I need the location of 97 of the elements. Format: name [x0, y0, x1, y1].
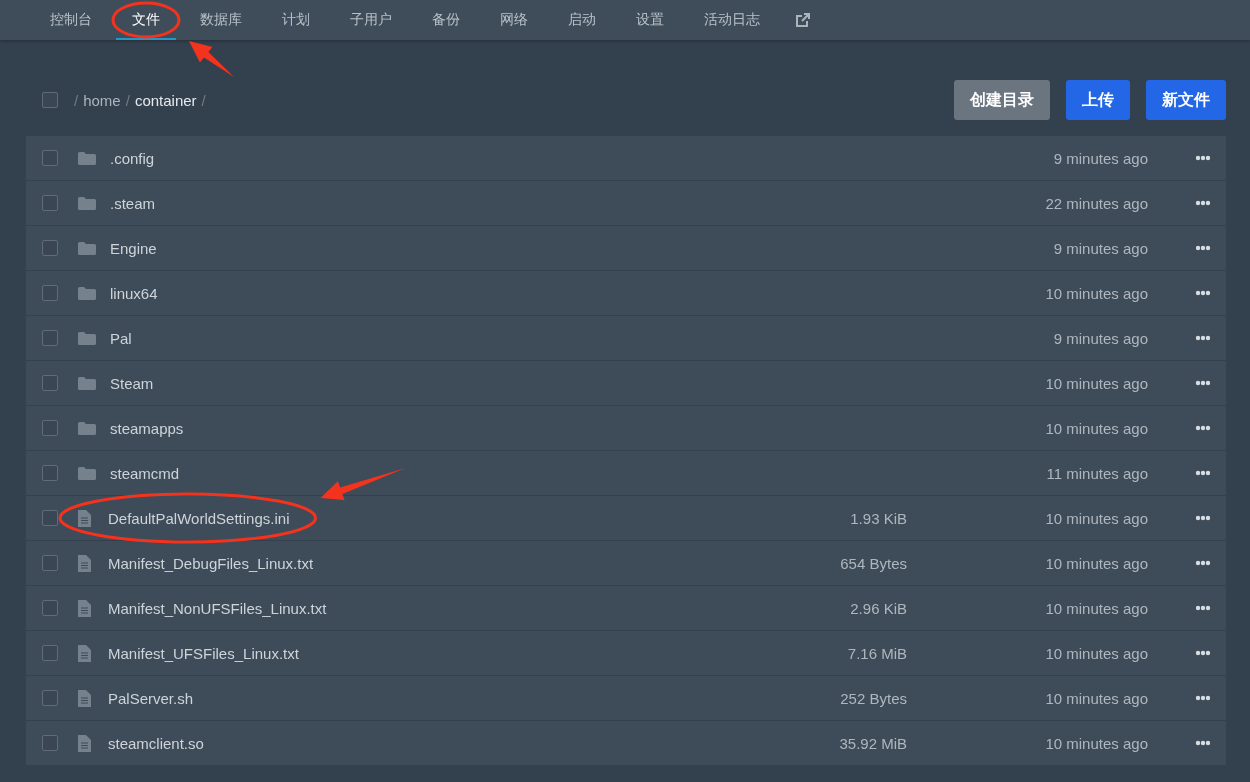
row-checkbox[interactable]: [42, 690, 58, 706]
row-checkbox[interactable]: [42, 375, 58, 391]
modified-time: 9 minutes ago: [1052, 239, 1148, 257]
modified-time: 9 minutes ago: [1052, 329, 1148, 347]
modified-time: 10 minutes ago: [1044, 734, 1148, 752]
file-name[interactable]: Manifest_UFSFiles_Linux.txt: [108, 644, 757, 662]
row-checkbox[interactable]: [42, 465, 58, 481]
file-name[interactable]: Steam: [110, 374, 757, 392]
folder-icon: [78, 285, 96, 301]
row-checkbox[interactable]: [42, 150, 58, 166]
folder-icon: [78, 150, 96, 166]
file-row[interactable]: Engine 9 minutes ago: [26, 226, 1226, 270]
folder-icon: [78, 240, 96, 256]
file-size: 2.96 KiB: [849, 599, 907, 617]
file-name[interactable]: Manifest_DebugFiles_Linux.txt: [108, 554, 757, 572]
file-icon: [78, 689, 91, 707]
file-row[interactable]: .config 9 minutes ago: [26, 136, 1226, 180]
file-row[interactable]: DefaultPalWorldSettings.ini 1.93 KiB 10 minutes ago: [26, 496, 1226, 540]
row-checkbox[interactable]: [42, 285, 58, 301]
row-checkbox[interactable]: [42, 600, 58, 616]
breadcrumb-separator: /: [74, 91, 79, 109]
file-icon: [78, 599, 91, 617]
file-icon: [78, 554, 91, 572]
row-checkbox[interactable]: [42, 510, 58, 526]
row-checkbox[interactable]: [42, 555, 58, 571]
nav-tab[interactable]: 设置: [620, 0, 680, 40]
file-name[interactable]: .config: [110, 149, 757, 167]
modified-time: 10 minutes ago: [1044, 419, 1148, 437]
file-row[interactable]: steamapps 10 minutes ago: [26, 406, 1226, 450]
folder-icon: [78, 195, 96, 211]
nav-tab[interactable]: 数据库: [184, 0, 258, 40]
create-folder-button[interactable]: 创建目录: [954, 80, 1050, 120]
modified-time: 10 minutes ago: [1044, 509, 1148, 527]
modified-time: 9 minutes ago: [1052, 149, 1148, 167]
file-name[interactable]: PalServer.sh: [108, 689, 757, 707]
folder-icon: [78, 465, 96, 481]
file-size: 252 Bytes: [839, 689, 907, 707]
folder-icon: [78, 420, 96, 436]
nav-tab[interactable]: 文件: [116, 0, 176, 40]
file-name[interactable]: steamcmd: [110, 464, 757, 482]
action-button[interactable]: 新文件: [1146, 80, 1226, 120]
file-name[interactable]: Manifest_NonUFSFiles_Linux.txt: [108, 599, 757, 617]
file-row[interactable]: Manifest_UFSFiles_Linux.txt 7.16 MiB 10 minutes ago: [26, 631, 1226, 675]
row-checkbox[interactable]: [42, 240, 58, 256]
annotation-arrow: [189, 41, 234, 77]
file-name[interactable]: Pal: [110, 329, 757, 347]
nav-tab[interactable]: 启动: [552, 0, 612, 40]
nav-tab[interactable]: 活动日志: [688, 0, 776, 40]
file-row[interactable]: Pal 9 minutes ago: [26, 316, 1226, 360]
file-icon: [78, 509, 91, 527]
file-size: 35.92 MiB: [838, 734, 907, 752]
file-row[interactable]: Steam 10 minutes ago: [26, 361, 1226, 405]
file-name[interactable]: .steam: [110, 194, 757, 212]
breadcrumb-link[interactable]: home: [83, 91, 121, 109]
row-checkbox[interactable]: [42, 195, 58, 211]
folder-icon: [78, 330, 96, 346]
modified-time: 10 minutes ago: [1044, 284, 1148, 302]
external-link-icon[interactable]: [796, 13, 810, 27]
breadcrumb-separator: /: [125, 91, 130, 109]
file-name[interactable]: steamapps: [110, 419, 757, 437]
file-row[interactable]: Manifest_NonUFSFiles_Linux.txt 2.96 KiB 10 minutes ago: [26, 586, 1226, 630]
file-row[interactable]: Manifest_DebugFiles_Linux.txt 654 Bytes 10 minutes ago: [26, 541, 1226, 585]
breadcrumb-link[interactable]: container: [134, 91, 197, 109]
select-all-checkbox[interactable]: [42, 92, 58, 108]
nav-tab[interactable]: 备份: [416, 0, 476, 40]
file-row[interactable]: .steam 22 minutes ago: [26, 181, 1226, 225]
file-name[interactable]: steamclient.so: [108, 734, 757, 752]
row-checkbox[interactable]: [42, 330, 58, 346]
file-row[interactable]: steamcmd 11 minutes ago: [26, 451, 1226, 495]
file-row[interactable]: linux64 10 minutes ago: [26, 271, 1226, 315]
nav-tab[interactable]: 控制台: [34, 0, 108, 40]
modified-time: 10 minutes ago: [1044, 689, 1148, 707]
folder-icon: [78, 375, 96, 391]
breadcrumb-separator: /: [201, 91, 206, 109]
nav-tab[interactable]: 计划: [266, 0, 326, 40]
row-checkbox[interactable]: [42, 645, 58, 661]
file-icon: [78, 734, 91, 752]
modified-time: 22 minutes ago: [1044, 194, 1148, 212]
action-button[interactable]: 上传: [1066, 80, 1130, 120]
file-size: 1.93 KiB: [849, 509, 907, 527]
row-checkbox[interactable]: [42, 735, 58, 751]
modified-time: 11 minutes ago: [1045, 464, 1148, 482]
row-checkbox[interactable]: [42, 420, 58, 436]
file-name[interactable]: linux64: [110, 284, 757, 302]
nav-tab[interactable]: 子用户: [334, 0, 408, 40]
modified-time: 10 minutes ago: [1044, 374, 1148, 392]
file-row[interactable]: steamclient.so 35.92 MiB 10 minutes ago: [26, 721, 1226, 765]
modified-time: 10 minutes ago: [1044, 554, 1148, 572]
modified-time: 10 minutes ago: [1044, 599, 1148, 617]
file-icon: [78, 644, 91, 662]
file-name[interactable]: DefaultPalWorldSettings.ini: [108, 509, 757, 527]
file-size: 654 Bytes: [839, 554, 907, 572]
file-row[interactable]: PalServer.sh 252 Bytes 10 minutes ago: [26, 676, 1226, 720]
modified-time: 10 minutes ago: [1044, 644, 1148, 662]
nav-tab[interactable]: 网络: [484, 0, 544, 40]
file-name[interactable]: Engine: [110, 239, 757, 257]
file-size: 7.16 MiB: [846, 644, 907, 662]
